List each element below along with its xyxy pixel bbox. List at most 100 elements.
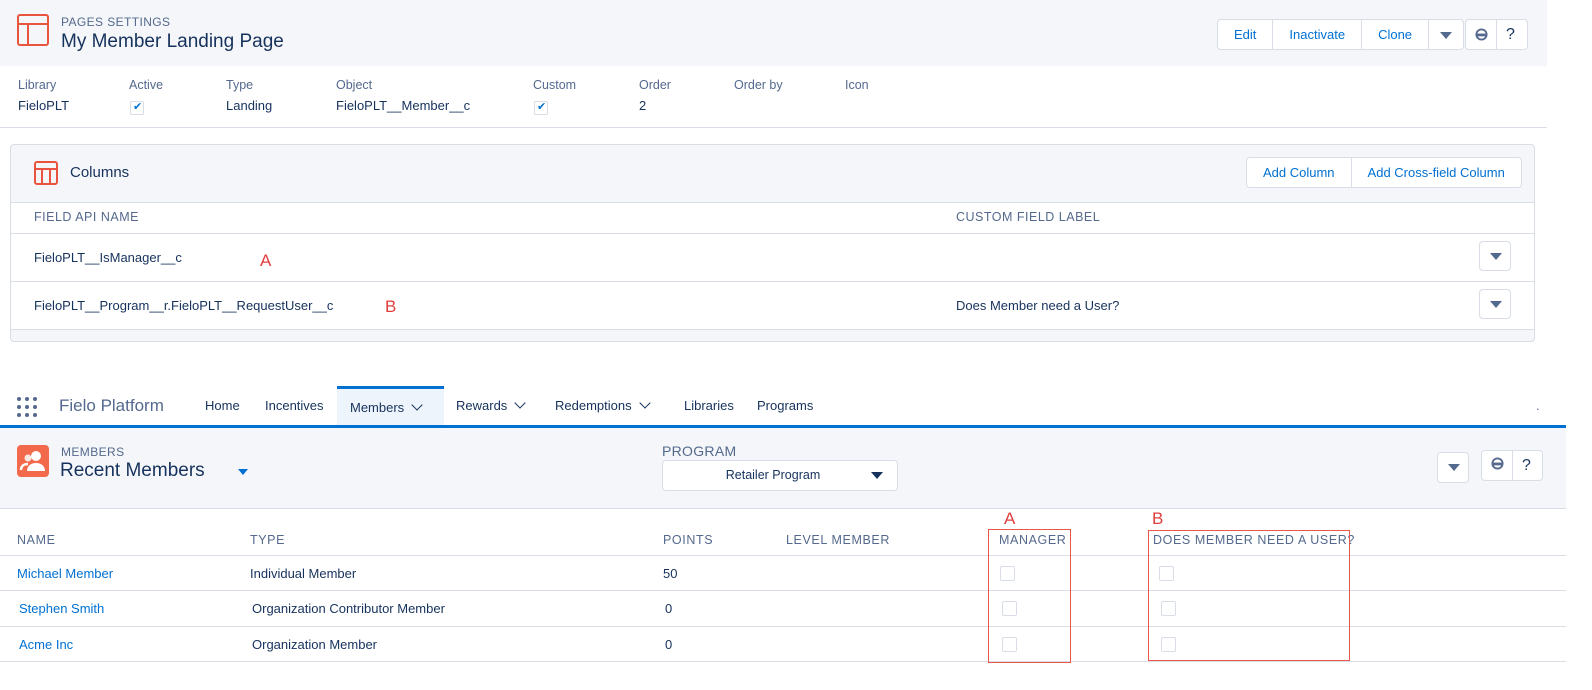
- chevron-down-icon: [1440, 32, 1453, 40]
- help-agent-button[interactable]: [1482, 451, 1513, 480]
- detail-label-icon: Icon: [845, 78, 869, 92]
- list-view-title: Recent Members: [60, 460, 205, 481]
- page-eyebrow: PAGES SETTINGS: [61, 15, 171, 29]
- detail-label-order-by: Order by: [734, 78, 783, 92]
- details-divider: [0, 127, 1547, 128]
- detail-value-library-link[interactable]: FieloPLT: [18, 98, 69, 113]
- th-points: POINTS: [663, 533, 714, 547]
- member-points: 0: [665, 637, 673, 652]
- chevron-down-icon: [1490, 301, 1502, 308]
- help-button[interactable]: ?: [1497, 20, 1524, 49]
- members-header: MEMBERS Recent Members PROGRAM Retailer …: [0, 428, 1566, 509]
- th-level-member: LEVEL MEMBER: [786, 533, 890, 547]
- list-view-switcher-icon[interactable]: [238, 469, 248, 475]
- annotation-b-header: B: [1152, 509, 1164, 528]
- add-cross-field-column-button[interactable]: Add Cross-field Column: [1352, 158, 1521, 187]
- nav-item-redemptions[interactable]: Redemptions: [555, 386, 651, 425]
- th-type: TYPE: [250, 533, 286, 547]
- columns-row-label: Does Member need a User?: [956, 298, 1120, 313]
- agent-icon: [1491, 457, 1504, 470]
- columns-card: Columns Add Column Add Cross-field Colum…: [10, 144, 1535, 342]
- columns-row-field: FieloPLT__IsManager__c: [34, 250, 182, 265]
- nav-item-home[interactable]: Home: [205, 386, 240, 425]
- utility-buttons-group: ?: [1465, 19, 1528, 50]
- help-agent-button[interactable]: [1466, 20, 1497, 49]
- app-name: Fielo Platform: [59, 396, 164, 415]
- columns-table: FIELD API NAME CUSTOM FIELD LABEL FieloP…: [11, 202, 1534, 330]
- nav-label: Rewards: [456, 398, 508, 413]
- nav-item-programs[interactable]: Programs: [757, 386, 813, 425]
- app-nav-bar: Fielo Platform Home Incentives Members R…: [0, 386, 1566, 428]
- detail-value-order: 2: [639, 98, 647, 113]
- program-label: PROGRAM: [662, 443, 737, 459]
- member-type: Organization Member: [252, 637, 377, 652]
- agent-icon: [1475, 28, 1488, 41]
- custom-checkmark-icon: [534, 100, 548, 115]
- add-column-button[interactable]: Add Column: [1247, 158, 1352, 187]
- columns-actions-group: Add Column Add Cross-field Column: [1246, 157, 1522, 188]
- annotation-b: B: [385, 297, 397, 316]
- nav-label: Home: [205, 398, 240, 413]
- chevron-down-icon: [1490, 253, 1502, 260]
- nav-label: Members: [350, 400, 405, 415]
- members-icon: [17, 445, 49, 477]
- chevron-down-icon[interactable]: [411, 399, 423, 411]
- members-utility-group: ?: [1481, 450, 1543, 481]
- program-select[interactable]: Retailer Program: [662, 460, 898, 491]
- nav-item-incentives[interactable]: Incentives: [265, 386, 324, 425]
- member-points: 0: [665, 601, 673, 616]
- detail-value-object: FieloPLT__Member__c: [336, 98, 471, 113]
- edit-button[interactable]: Edit: [1218, 20, 1274, 49]
- columns-icon: [34, 161, 58, 185]
- select-arrow-icon: [871, 472, 883, 479]
- member-name-link[interactable]: Stephen Smith: [19, 601, 104, 616]
- detail-value-type: Landing: [226, 98, 273, 113]
- detail-label-order: Order: [639, 78, 671, 92]
- columns-card-title: Columns: [70, 164, 130, 181]
- members-eyebrow: MEMBERS: [61, 445, 125, 459]
- nav-overflow: .: [1536, 398, 1540, 413]
- row-actions-button[interactable]: [1479, 241, 1511, 271]
- active-checkmark-icon: [130, 100, 144, 115]
- clone-button[interactable]: Clone: [1362, 20, 1430, 49]
- annotation-box-manager: [988, 529, 1071, 663]
- chevron-down-icon[interactable]: [514, 397, 526, 409]
- inactivate-button[interactable]: Inactivate: [1273, 20, 1363, 49]
- chevron-down-icon: [1448, 464, 1460, 471]
- th-name: NAME: [17, 533, 56, 547]
- page-title: My Member Landing Page: [61, 31, 284, 52]
- annotation-a-header: A: [1004, 509, 1016, 528]
- nav-label: Libraries: [684, 398, 734, 413]
- annotation-a: A: [260, 251, 272, 270]
- member-type: Organization Contributor Member: [252, 601, 445, 616]
- app-launcher-icon[interactable]: [17, 397, 39, 419]
- row-actions-button[interactable]: [1479, 289, 1511, 319]
- list-actions-button[interactable]: [1437, 452, 1469, 483]
- detail-label-library: Library: [18, 78, 57, 92]
- nav-label: Redemptions: [555, 398, 632, 413]
- detail-label-active: Active: [129, 78, 164, 92]
- program-select-value: Retailer Program: [725, 468, 821, 482]
- columns-row-field: FieloPLT__Program__r.FieloPLT__RequestUs…: [34, 298, 334, 313]
- detail-label-custom: Custom: [533, 78, 577, 92]
- detail-label-type: Type: [226, 78, 254, 92]
- help-button[interactable]: ?: [1513, 451, 1540, 480]
- nav-label: Incentives: [265, 398, 324, 413]
- nav-item-members[interactable]: Members: [337, 386, 444, 425]
- page-actions-group: Edit Inactivate Clone: [1217, 19, 1465, 50]
- nav-item-libraries[interactable]: Libraries: [684, 386, 734, 425]
- more-actions-button[interactable]: [1429, 20, 1463, 49]
- member-name-link[interactable]: Michael Member: [17, 566, 113, 581]
- th-custom-field-label: CUSTOM FIELD LABEL: [956, 210, 1101, 224]
- chevron-down-icon[interactable]: [638, 397, 651, 409]
- page-layout-icon: [17, 14, 49, 46]
- member-points: 50: [663, 566, 678, 581]
- detail-label-object: Object: [336, 78, 373, 92]
- nav-label: Programs: [757, 398, 814, 413]
- nav-item-rewards[interactable]: Rewards: [456, 386, 526, 425]
- page-header: PAGES SETTINGS My Member Landing Page Ed…: [0, 0, 1547, 66]
- th-field-api-name: FIELD API NAME: [34, 210, 139, 224]
- annotation-box-needs-user: [1148, 530, 1350, 661]
- member-name-link[interactable]: Acme Inc: [19, 637, 73, 652]
- member-type: Individual Member: [250, 566, 357, 581]
